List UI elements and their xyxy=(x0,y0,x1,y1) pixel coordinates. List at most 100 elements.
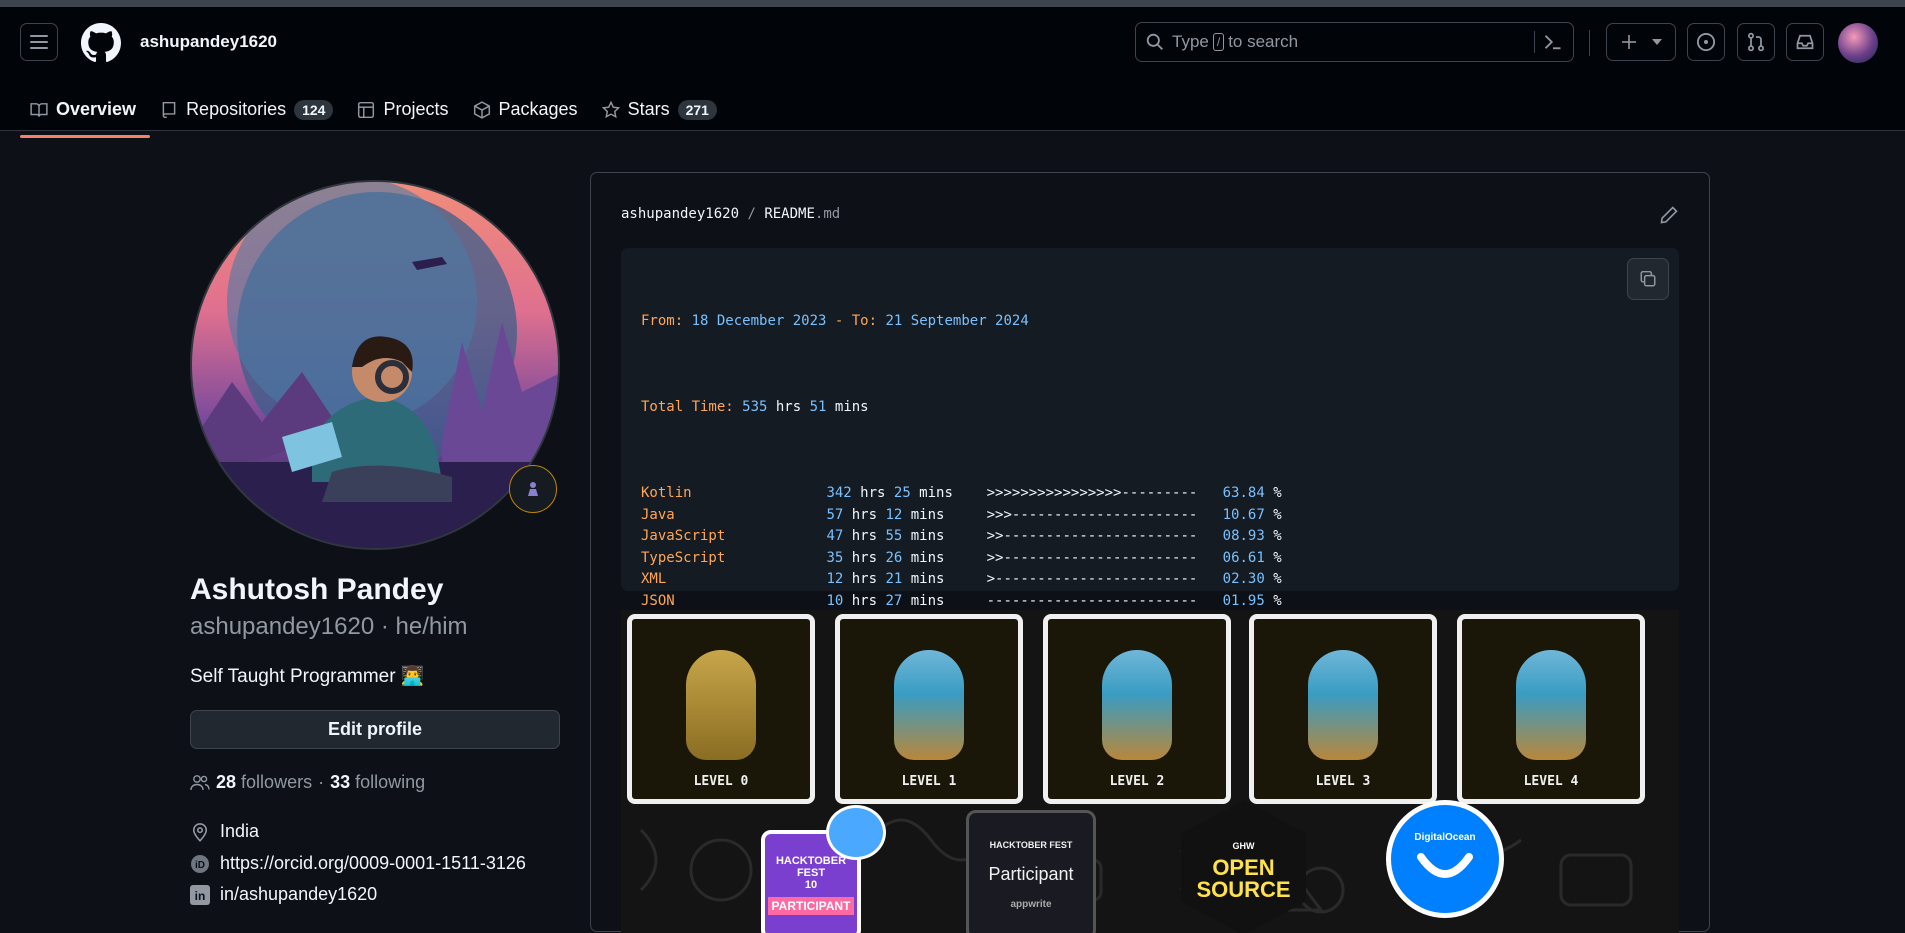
pull-requests-button[interactable] xyxy=(1737,23,1775,61)
command-palette-icon[interactable] xyxy=(1543,32,1563,52)
status-icon xyxy=(528,482,538,496)
menu-button[interactable] xyxy=(20,23,58,61)
level-badge-3: LEVEL 3 xyxy=(1249,614,1437,804)
linkedin-link[interactable]: in/ashupandey1620 xyxy=(220,884,377,905)
readme-slash: / xyxy=(747,206,756,222)
people-icon xyxy=(190,774,210,790)
level-badge-2: LEVEL 2 xyxy=(1043,614,1231,804)
followers-link[interactable]: 28 followers xyxy=(216,772,312,793)
profile-tabs: Overview Repositories 124 Projects Packa… xyxy=(20,93,731,138)
copy-icon xyxy=(1640,270,1656,287)
git-pull-request-icon xyxy=(1747,32,1765,52)
level-badge-4: LEVEL 4 xyxy=(1457,614,1645,804)
mascot-sticker xyxy=(826,805,886,860)
from-date: 18 December 2023 xyxy=(691,313,827,329)
tab-overview-label: Overview xyxy=(56,99,137,119)
stars-count: 271 xyxy=(677,99,717,120)
tab-packages[interactable]: Packages xyxy=(463,93,592,126)
source-label: SOURCE xyxy=(1196,876,1291,902)
digitalocean-sticker: DigitalOcean xyxy=(1386,800,1504,918)
top-header: ashupandey1620 Type / to search Overview… xyxy=(0,7,1905,138)
followers-count: 28 xyxy=(216,772,237,792)
hacktoberfest-sticker-title: HACKTOBER FEST xyxy=(775,855,847,879)
appwrite-sticker-top: HACKTOBER FEST xyxy=(989,840,1073,850)
following-link[interactable]: 33 following xyxy=(330,772,425,793)
location-text: India xyxy=(220,821,260,841)
language-hrs: 342 xyxy=(826,485,852,501)
open-label: OPEN xyxy=(1212,854,1275,880)
set-status-button[interactable] xyxy=(509,465,557,513)
language-mins: 55 xyxy=(885,528,903,544)
digitalocean-label: DigitalOcean xyxy=(1414,831,1476,843)
from-label: From: xyxy=(641,313,684,329)
following-count: 33 xyxy=(330,772,351,792)
language-bar: ------------------------- xyxy=(986,592,1198,609)
appwrite-sticker-bottom: appwrite xyxy=(1010,899,1052,910)
linkedin-icon: in xyxy=(190,884,210,905)
hamburger-icon xyxy=(30,35,48,49)
language-name: TypeScript xyxy=(641,549,726,566)
readme-owner[interactable]: ashupandey1620 xyxy=(621,206,739,222)
profile-bio: Self Taught Programmer 👨‍💻 xyxy=(190,666,425,687)
language-row: Kotlin 342 hrs 25 mins >>>>>>>>>>>>>>>>-… xyxy=(641,485,1282,501)
profile-avatar[interactable] xyxy=(190,180,560,550)
copy-button[interactable] xyxy=(1627,258,1669,300)
level-2-label: LEVEL 2 xyxy=(1109,774,1165,789)
user-avatar[interactable] xyxy=(1838,23,1878,63)
package-icon xyxy=(473,100,490,119)
create-new-button[interactable] xyxy=(1606,23,1676,61)
language-hrs: 10 xyxy=(826,592,844,609)
tab-packages-label: Packages xyxy=(498,99,578,119)
to-date: 21 September 2024 xyxy=(885,313,1029,329)
tab-overview[interactable]: Overview xyxy=(20,93,151,138)
search-shortcut-key: / xyxy=(1212,33,1225,51)
to-label: - To: xyxy=(834,313,878,329)
language-name: JavaScript xyxy=(641,528,726,544)
language-row: JavaScript 47 hrs 55 mins >>------------… xyxy=(641,528,1282,544)
total-hrs: 535 xyxy=(742,399,768,415)
linkedin-row: in in/ashupandey1620 xyxy=(190,884,377,905)
language-bar: >------------------------ xyxy=(986,571,1198,587)
language-name: Java xyxy=(641,506,675,523)
tab-repositories[interactable]: Repositories 124 xyxy=(150,93,347,126)
language-row: TypeScript 35 hrs 26 mins >>------------… xyxy=(641,549,1282,566)
search-icon xyxy=(1146,33,1163,50)
readme-card: ashupandey1620 / README.md From: 18 Dece… xyxy=(590,172,1710,933)
issue-opened-icon xyxy=(1696,32,1716,52)
smile-icon xyxy=(1417,852,1473,878)
inbox-button[interactable] xyxy=(1786,23,1824,61)
tab-repositories-label: Repositories xyxy=(186,99,287,119)
badges-area: LEVEL 0 LEVEL 1 LEVEL 2 LEVEL 3 LEVEL 4 … xyxy=(621,610,1679,933)
language-row: Java 57 hrs 12 mins >>>-----------------… xyxy=(641,506,1282,523)
orcid-icon: iD xyxy=(191,854,209,873)
language-mins: 26 xyxy=(885,549,903,566)
language-hrs: 57 xyxy=(826,506,844,523)
search-placeholder-before: Type xyxy=(1172,32,1209,51)
language-mins: 27 xyxy=(885,592,903,609)
total-mins: 51 xyxy=(809,399,827,415)
appwrite-sticker-participant: Participant xyxy=(988,864,1074,884)
avatar-illustration xyxy=(192,182,558,548)
github-logo-icon[interactable] xyxy=(81,23,121,63)
language-percent: 63.84 xyxy=(1222,485,1265,501)
language-bar: >>----------------------- xyxy=(986,528,1198,544)
window-top-strip xyxy=(0,0,1905,7)
context-username[interactable]: ashupandey1620 xyxy=(140,32,277,52)
search-placeholder-after: to search xyxy=(1228,32,1299,51)
language-row: JSON 10 hrs 27 mins --------------------… xyxy=(641,592,1282,609)
language-mins: 12 xyxy=(885,506,903,523)
book-icon xyxy=(30,102,48,117)
language-name: JSON xyxy=(641,592,675,609)
edit-profile-button[interactable]: Edit profile xyxy=(190,710,560,749)
orcid-row: iD https://orcid.org/0009-0001-1511-3126 xyxy=(190,853,526,874)
issues-button[interactable] xyxy=(1687,23,1725,61)
search-divider xyxy=(1534,31,1535,53)
orcid-link[interactable]: https://orcid.org/0009-0001-1511-3126 xyxy=(220,853,526,874)
star-icon xyxy=(601,100,620,118)
pencil-icon[interactable] xyxy=(1659,205,1679,225)
tab-stars[interactable]: Stars 271 xyxy=(592,93,731,126)
level-1-label: LEVEL 1 xyxy=(901,774,957,789)
table-icon xyxy=(358,101,375,118)
tab-projects[interactable]: Projects xyxy=(347,93,462,126)
search-input[interactable]: Type / to search xyxy=(1135,22,1574,62)
